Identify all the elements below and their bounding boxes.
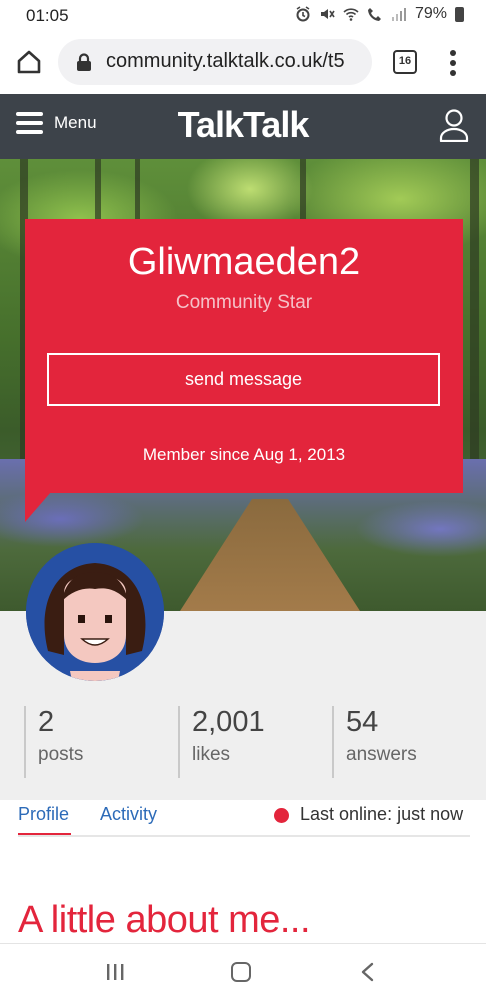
stat-value: 54 [346, 706, 379, 738]
profile-card: Gliwmaeden2 Community Star send message … [25, 219, 463, 493]
avatar-illustration [26, 543, 164, 681]
battery-icon [455, 6, 464, 22]
signal-icon [391, 8, 406, 21]
back-icon[interactable] [360, 962, 374, 982]
username: Gliwmaeden2 [127, 241, 361, 283]
tab-switcher-button[interactable]: 16 [393, 50, 417, 74]
stat-likes[interactable]: 2,001 likes [178, 706, 265, 778]
last-online-text: Last online: just now [300, 804, 464, 824]
stat-posts[interactable]: 2 posts [24, 706, 83, 778]
about-heading: A little about me... [18, 899, 311, 941]
wifi-call-icon [343, 8, 359, 21]
member-since: Member since Aug 1, 2013 [142, 445, 346, 464]
tab-activity[interactable]: Activity [100, 804, 157, 825]
browser-toolbar: community.talktalk.co.uk/t5 16 [0, 32, 486, 94]
tab-profile[interactable]: Profile [18, 804, 69, 825]
stat-label: posts [38, 744, 84, 765]
mute-icon [320, 9, 335, 19]
more-options-icon[interactable] [445, 46, 461, 80]
hamburger-icon [16, 112, 43, 134]
battery-percent: 79% [414, 5, 447, 22]
address-bar[interactable]: community.talktalk.co.uk/t5 [58, 39, 372, 85]
stat-label: answers [346, 744, 417, 765]
status-bar: 01:05 79% [0, 0, 486, 32]
stat-value: 2 [38, 706, 55, 738]
stat-answers[interactable]: 54 answers [332, 706, 417, 778]
send-message-button[interactable]: send message [47, 353, 440, 406]
lock-icon [77, 53, 91, 71]
home-icon[interactable] [14, 47, 44, 77]
recent-apps-icon[interactable] [105, 964, 125, 980]
stat-value: 2,001 [192, 706, 265, 738]
menu-button[interactable]: Menu [16, 112, 97, 134]
status-icons: 79% [295, 5, 464, 23]
online-status-dot [274, 808, 289, 823]
menu-label: Menu [54, 113, 97, 132]
user-rank: Community Star [175, 292, 313, 313]
status-time: 01:05 [26, 6, 69, 25]
avatar [26, 543, 164, 681]
volte-call-icon [367, 8, 381, 21]
alarm-icon [296, 6, 310, 22]
tabs-divider [18, 835, 470, 837]
site-header: Menu TalkTalk [0, 94, 486, 159]
system-nav-bar [0, 943, 486, 999]
home-nav-icon[interactable] [231, 962, 251, 982]
stat-label: likes [192, 744, 231, 765]
user-account-icon[interactable] [438, 108, 470, 142]
url-text: community.talktalk.co.uk/t5 [106, 50, 345, 72]
